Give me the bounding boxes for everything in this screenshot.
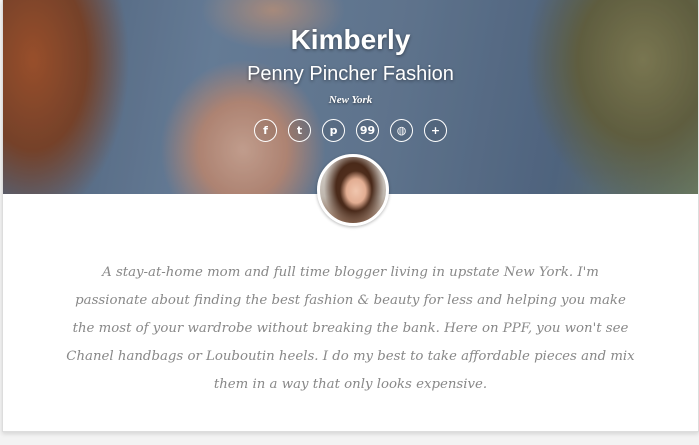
globe-icon[interactable]: ◍ [390, 119, 413, 142]
profile-location: New York [328, 94, 373, 106]
twitter-icon[interactable]: t [288, 119, 311, 142]
bloglovin-icon[interactable]: + [424, 119, 447, 142]
avatar [317, 154, 389, 226]
profile-card: Kimberly Penny Pincher Fashion New York … [2, 0, 699, 432]
facebook-icon[interactable]: f [254, 119, 277, 142]
quote-icon[interactable]: 99 [356, 119, 379, 142]
social-links: f t p 99 ◍ + [254, 119, 447, 142]
blog-name: Penny Pincher Fashion [247, 63, 454, 85]
profile-bio: A stay-at-home mom and full time blogger… [66, 265, 635, 392]
pinterest-icon[interactable]: p [322, 119, 345, 142]
profile-name: Kimberly [290, 24, 411, 55]
